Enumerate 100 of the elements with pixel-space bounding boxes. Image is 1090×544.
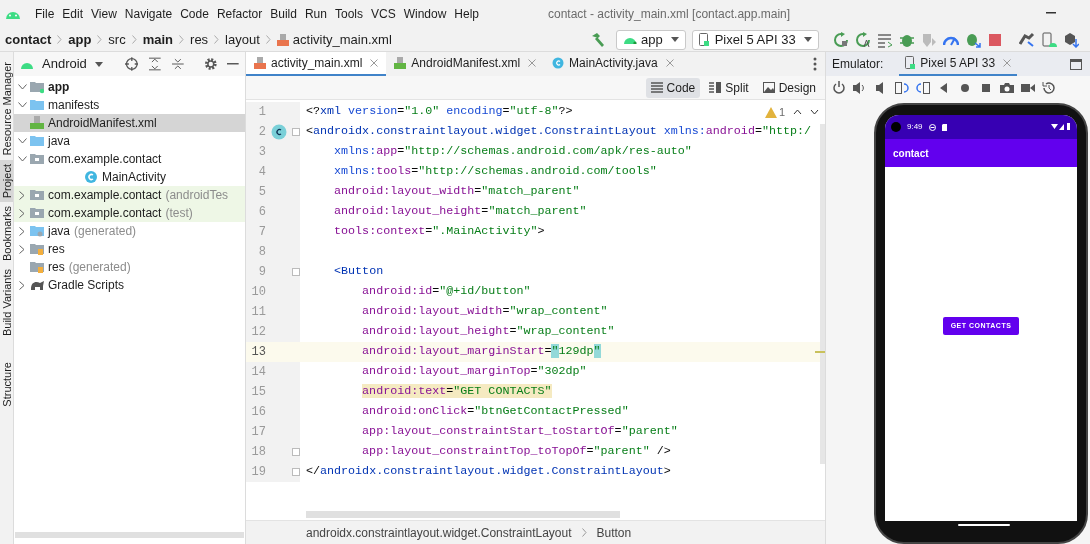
- bug-arrow-icon[interactable]: [964, 31, 981, 48]
- view-mode-button[interactable]: Code: [645, 77, 701, 98]
- stop-icon[interactable]: [986, 31, 1003, 48]
- menu-item[interactable]: Build: [270, 5, 297, 23]
- chevron-down-icon[interactable]: [17, 156, 27, 162]
- overview-icon[interactable]: [979, 81, 993, 95]
- tree-item[interactable]: Gradle Scripts: [14, 276, 245, 294]
- tree-item[interactable]: AndroidManifest.xml: [14, 114, 245, 132]
- device-dropdown[interactable]: Pixel 5 API 33: [691, 29, 819, 50]
- settings-icon[interactable]: [203, 57, 218, 71]
- breadcrumb-item[interactable]: src: [108, 29, 126, 50]
- breadcrumb-item[interactable]: Button: [596, 523, 632, 542]
- minimize-icon[interactable]: [227, 63, 239, 65]
- manifest-file-icon: [394, 57, 407, 69]
- menu-item[interactable]: Run: [304, 5, 327, 23]
- tree-item[interactable]: com.example.contact (androidTes: [14, 186, 245, 204]
- rotate-left-icon[interactable]: [895, 81, 909, 95]
- home-icon[interactable]: [958, 81, 972, 95]
- volume-up-icon[interactable]: [853, 81, 867, 95]
- menu-item[interactable]: Code: [180, 5, 209, 23]
- editor-tab[interactable]: MainActivity.java: [544, 52, 682, 76]
- chevron-icon: [97, 35, 103, 44]
- tool-window-tab[interactable]: Structure: [0, 357, 13, 411]
- editor-tab[interactable]: AndroidManifest.xml: [386, 52, 545, 76]
- view-mode-button[interactable]: Design: [757, 77, 821, 98]
- power-icon[interactable]: [832, 81, 846, 95]
- tool-window-tab[interactable]: Build Variants: [0, 264, 13, 340]
- tree-item[interactable]: res (generated): [14, 258, 245, 276]
- menu-item[interactable]: View: [91, 5, 117, 23]
- breadcrumb-item[interactable]: res: [190, 29, 209, 50]
- tree-item[interactable]: manifests: [14, 96, 245, 114]
- menu-item[interactable]: Edit: [62, 5, 84, 23]
- chevron-icon: [57, 35, 63, 44]
- close-icon[interactable]: [665, 59, 674, 67]
- tree-item[interactable]: MainActivity: [14, 168, 245, 186]
- camera-hole-icon: [891, 122, 901, 132]
- menu-item[interactable]: Help: [454, 5, 480, 23]
- tree-item[interactable]: res: [14, 240, 245, 258]
- breadcrumb-item[interactable]: androidx.constraintlayout.widget.ConstraintLayout: [306, 523, 572, 542]
- module-dropdown[interactable]: app: [616, 29, 686, 50]
- warning-count[interactable]: 1: [764, 104, 785, 121]
- breadcrumb-item[interactable]: contact: [5, 29, 52, 50]
- package-folder-icon: [30, 188, 44, 202]
- minimize-icon[interactable]: [1046, 12, 1056, 14]
- tool-window-tab[interactable]: Project: [0, 159, 13, 202]
- tree-item[interactable]: java (generated): [14, 222, 245, 240]
- scrollbar[interactable]: [820, 124, 825, 464]
- chevron-right-icon[interactable]: [19, 226, 25, 236]
- editor-tab[interactable]: activity_main.xml: [246, 52, 387, 76]
- rerun-icon[interactable]: [832, 31, 849, 48]
- chevron-down-icon[interactable]: [17, 138, 27, 144]
- expand-all-icon[interactable]: [149, 57, 162, 71]
- breadcrumb-item[interactable]: app: [68, 29, 92, 50]
- tree-item[interactable]: com.example.contact: [14, 150, 245, 168]
- crosshair-icon[interactable]: [124, 57, 139, 71]
- menu-item[interactable]: Refactor: [216, 5, 263, 23]
- chevron-right-icon[interactable]: [19, 244, 25, 254]
- previous-icon[interactable]: [793, 109, 802, 116]
- xml-file-icon: [276, 33, 289, 46]
- device-manager-icon[interactable]: [1040, 31, 1057, 48]
- chevron-right-icon[interactable]: [19, 190, 25, 200]
- menu-item[interactable]: Tools: [334, 5, 363, 23]
- menu-item[interactable]: File: [35, 5, 55, 23]
- menu-item[interactable]: Window: [403, 5, 447, 23]
- list-icon[interactable]: [876, 31, 893, 48]
- apply-changes-icon[interactable]: [854, 31, 871, 48]
- app-title: contact: [893, 146, 929, 161]
- tree-item[interactable]: com.example.contact (test): [14, 204, 245, 222]
- hammer-icon[interactable]: [590, 31, 606, 48]
- maximize-icon[interactable]: [1070, 58, 1082, 70]
- chevron-right-icon[interactable]: [19, 208, 25, 218]
- view-mode-button[interactable]: Split: [704, 77, 754, 98]
- tree-item[interactable]: java: [14, 132, 245, 150]
- tool-window-tab[interactable]: Resource Manager: [0, 58, 13, 160]
- chevron-down-icon[interactable]: [17, 84, 27, 90]
- package-icon[interactable]: [1062, 31, 1079, 48]
- camera-icon[interactable]: [1000, 81, 1014, 95]
- more-icon[interactable]: [813, 57, 817, 71]
- android-icon: [623, 35, 637, 44]
- breadcrumb-item[interactable]: layout: [225, 29, 260, 50]
- scrollbar[interactable]: [306, 511, 620, 518]
- scrollbar[interactable]: [15, 532, 244, 538]
- chevron-right-icon[interactable]: [19, 280, 25, 290]
- menu-item[interactable]: Navigate: [124, 5, 173, 23]
- tree-item[interactable]: app: [14, 78, 245, 96]
- close-icon[interactable]: [1003, 59, 1012, 67]
- breadcrumb-item[interactable]: activity_main.xml: [292, 29, 392, 50]
- menu-item[interactable]: VCS: [370, 5, 396, 23]
- close-icon[interactable]: [528, 59, 537, 67]
- restore-icon[interactable]: [1042, 81, 1056, 95]
- chevron-icon: [265, 35, 271, 44]
- chevron-down-icon[interactable]: [17, 102, 27, 108]
- tool-window-tab[interactable]: Bookmarks: [0, 201, 13, 265]
- class-marker-icon[interactable]: [271, 124, 287, 140]
- breadcrumb-item[interactable]: main: [142, 29, 174, 50]
- close-icon[interactable]: [370, 59, 379, 67]
- video-icon[interactable]: [1021, 81, 1035, 95]
- rotate-right-icon[interactable]: [916, 81, 930, 95]
- next-icon[interactable]: [810, 109, 819, 116]
- collapse-all-icon[interactable]: [172, 57, 184, 71]
